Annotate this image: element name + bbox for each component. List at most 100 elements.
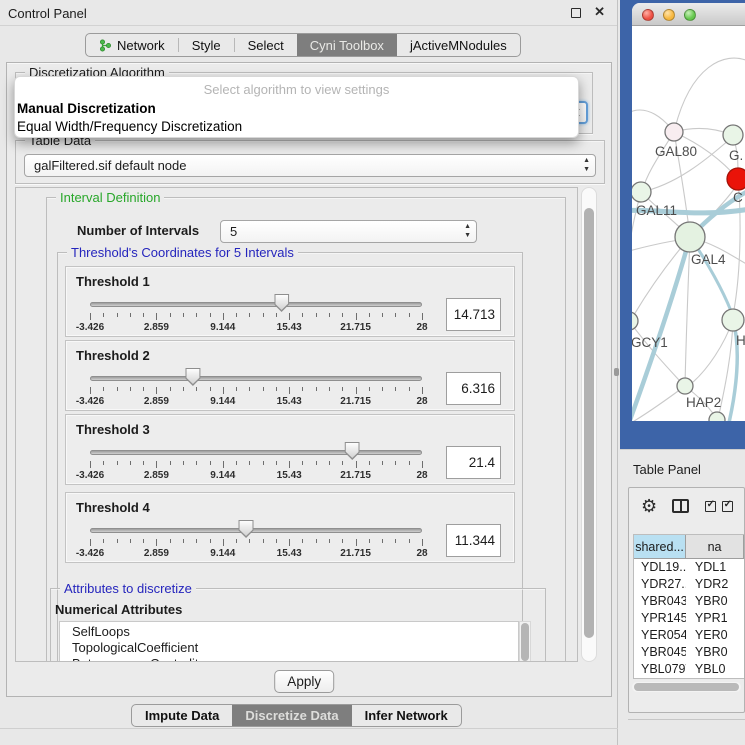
tab-select-label: Select bbox=[248, 38, 284, 53]
settings-vertical-scrollbar[interactable] bbox=[581, 187, 597, 662]
threshold-slider[interactable]: -3.4262.8599.14415.4321.71528 bbox=[90, 365, 422, 409]
threshold-value-field[interactable]: 11.344 bbox=[446, 524, 501, 557]
node-table: shared... na YDL19...YDL1YDR27...YDR2YBR… bbox=[633, 534, 744, 679]
cell-shared-name[interactable]: YER054C bbox=[634, 627, 686, 644]
slider-tick-labels: -3.4262.8599.14415.4321.71528 bbox=[90, 470, 422, 482]
network-edge bbox=[674, 58, 745, 132]
table-body: YDL19...YDL1YDR27...YDR2YBR043CYBR0YPR14… bbox=[634, 559, 744, 679]
gear-icon[interactable]: ⚙ bbox=[641, 497, 657, 515]
cell-name[interactable]: YER0 bbox=[686, 627, 744, 644]
network-canvas[interactable]: GAL80G.CGAL11GAL4GCY1HHAP2 bbox=[632, 26, 745, 421]
table-row[interactable]: YLR345WYLR3 bbox=[634, 678, 744, 679]
algorithm-option-manual[interactable]: Manual Discretization bbox=[15, 100, 578, 118]
network-node-red-node[interactable] bbox=[727, 168, 745, 190]
cell-name[interactable]: YPR1 bbox=[686, 610, 744, 627]
splitter-handle[interactable] bbox=[614, 368, 619, 376]
network-node-GCY1[interactable] bbox=[632, 312, 638, 330]
table-data-group: Table Data galFiltered.sif default node … bbox=[15, 140, 605, 184]
float-window-icon[interactable] bbox=[571, 8, 581, 18]
slider-track[interactable] bbox=[90, 376, 422, 381]
network-node-GAL80[interactable] bbox=[665, 123, 683, 141]
attributes-list-scrollbar[interactable] bbox=[519, 621, 531, 662]
cell-name[interactable]: YBR0 bbox=[686, 644, 744, 661]
cell-shared-name[interactable]: YDL19... bbox=[634, 559, 686, 576]
mac-minimize-button[interactable] bbox=[663, 9, 675, 21]
attribute-list-item[interactable]: BetweennessCentrality bbox=[72, 656, 518, 662]
tab-discretize-data[interactable]: Discretize Data bbox=[232, 705, 351, 726]
table-row[interactable]: YER054CYER0 bbox=[634, 627, 744, 644]
table-row[interactable]: YDL19...YDL1 bbox=[634, 559, 744, 576]
table-row[interactable]: YBR045CYBR0 bbox=[634, 644, 744, 661]
threshold-label: Threshold 3 bbox=[76, 422, 150, 437]
cell-shared-name[interactable]: YDR27... bbox=[634, 576, 686, 593]
numerical-attributes-list[interactable]: SelfLoopsTopologicalCoefficientBetweenne… bbox=[59, 621, 519, 662]
tab-network-label: Network bbox=[117, 38, 165, 53]
tab-cyni-toolbox[interactable]: Cyni Toolbox bbox=[297, 34, 397, 56]
threshold-value-field[interactable]: 14.713 bbox=[446, 298, 501, 331]
table-row[interactable]: YBL079WYBL0 bbox=[634, 661, 744, 678]
cell-shared-name[interactable]: YBL079W bbox=[634, 661, 686, 678]
right-panel: GAL80G.CGAL11GAL4GCY1HHAP2 Table Panel ⚙ bbox=[620, 0, 745, 745]
network-node-node-top-right[interactable] bbox=[723, 125, 743, 145]
table-horizontal-scrollbar[interactable] bbox=[632, 682, 741, 692]
threshold-value-field[interactable]: 6.316 bbox=[446, 372, 501, 405]
network-node-GAL4[interactable] bbox=[675, 222, 705, 252]
network-node-HAP2[interactable] bbox=[677, 378, 693, 394]
column-header-shared-name[interactable]: shared... bbox=[634, 535, 686, 559]
slider-thumb[interactable] bbox=[345, 442, 360, 460]
cell-name[interactable]: YLR3 bbox=[686, 678, 744, 679]
number-of-intervals-select[interactable]: 5 ▲▼ bbox=[220, 220, 477, 243]
network-node-H-node[interactable] bbox=[722, 309, 744, 331]
cell-name[interactable]: YDL1 bbox=[686, 559, 744, 576]
threshold-slider[interactable]: -3.4262.8599.14415.4321.71528 bbox=[90, 291, 422, 335]
mac-close-button[interactable] bbox=[642, 9, 654, 21]
split-columns-icon[interactable] bbox=[672, 499, 689, 513]
network-node-label: HAP2 bbox=[686, 395, 721, 410]
table-row[interactable]: YDR27...YDR2 bbox=[634, 576, 744, 593]
network-window-titlebar[interactable] bbox=[632, 3, 745, 26]
attribute-list-item[interactable]: SelfLoops bbox=[72, 624, 518, 640]
threshold-slider[interactable]: -3.4262.8599.14415.4321.71528 bbox=[90, 439, 422, 483]
slider-track[interactable] bbox=[90, 450, 422, 455]
slider-thumb[interactable] bbox=[274, 294, 289, 312]
table-row[interactable]: YBR043CYBR0 bbox=[634, 593, 744, 610]
cell-name[interactable]: YBR0 bbox=[686, 593, 744, 610]
checkbox-checked-icon[interactable] bbox=[722, 501, 733, 512]
threshold-slider[interactable]: -3.4262.8599.14415.4321.71528 bbox=[90, 517, 422, 561]
tab-select[interactable]: Select bbox=[235, 34, 297, 56]
cell-shared-name[interactable]: YPR145W bbox=[634, 610, 686, 627]
network-window-frame: GAL80G.CGAL11GAL4GCY1HHAP2 bbox=[620, 0, 745, 449]
network-node-label: GAL4 bbox=[691, 252, 726, 267]
slider-ruler bbox=[90, 387, 422, 395]
attribute-list-item[interactable]: TopologicalCoefficient bbox=[72, 640, 518, 656]
cell-shared-name[interactable]: YBR045C bbox=[634, 644, 686, 661]
close-icon[interactable]: ✕ bbox=[594, 4, 605, 20]
number-of-intervals-value: 5 bbox=[230, 224, 237, 239]
cell-name[interactable]: YDR2 bbox=[686, 576, 744, 593]
cell-shared-name[interactable]: YBR043C bbox=[634, 593, 686, 610]
threshold-value-field[interactable]: 21.4 bbox=[446, 446, 501, 479]
algorithm-dropdown-popup: Select algorithm to view settings Manual… bbox=[14, 76, 579, 138]
slider-thumb[interactable] bbox=[185, 368, 200, 386]
table-data-select[interactable]: galFiltered.sif default node ▲▼ bbox=[24, 154, 596, 177]
table-row[interactable]: YPR145WYPR1 bbox=[634, 610, 744, 627]
tab-infer-network[interactable]: Infer Network bbox=[352, 705, 461, 726]
mac-zoom-button[interactable] bbox=[684, 9, 696, 21]
tab-style[interactable]: Style bbox=[179, 34, 234, 56]
network-node-bottom-node[interactable] bbox=[709, 412, 725, 421]
checkbox-checked-icon[interactable] bbox=[705, 501, 716, 512]
slider-thumb[interactable] bbox=[239, 520, 254, 538]
network-node-GAL11[interactable] bbox=[632, 182, 651, 202]
tab-network[interactable]: Network bbox=[86, 34, 178, 56]
application-window: Control Panel ✕ Network Style Select Cyn… bbox=[0, 0, 745, 745]
slider-track[interactable] bbox=[90, 528, 422, 533]
cell-shared-name[interactable]: YLR345W bbox=[634, 678, 686, 679]
tab-jactivemnodules[interactable]: jActiveMNodules bbox=[397, 34, 520, 56]
tab-impute-data[interactable]: Impute Data bbox=[132, 705, 232, 726]
slider-track[interactable] bbox=[90, 302, 422, 307]
apply-button[interactable]: Apply bbox=[274, 670, 334, 693]
column-header-name[interactable]: na bbox=[686, 535, 744, 559]
network-icon bbox=[99, 39, 112, 52]
cell-name[interactable]: YBL0 bbox=[686, 661, 744, 678]
algorithm-option-equal-width[interactable]: Equal Width/Frequency Discretization bbox=[15, 118, 578, 136]
